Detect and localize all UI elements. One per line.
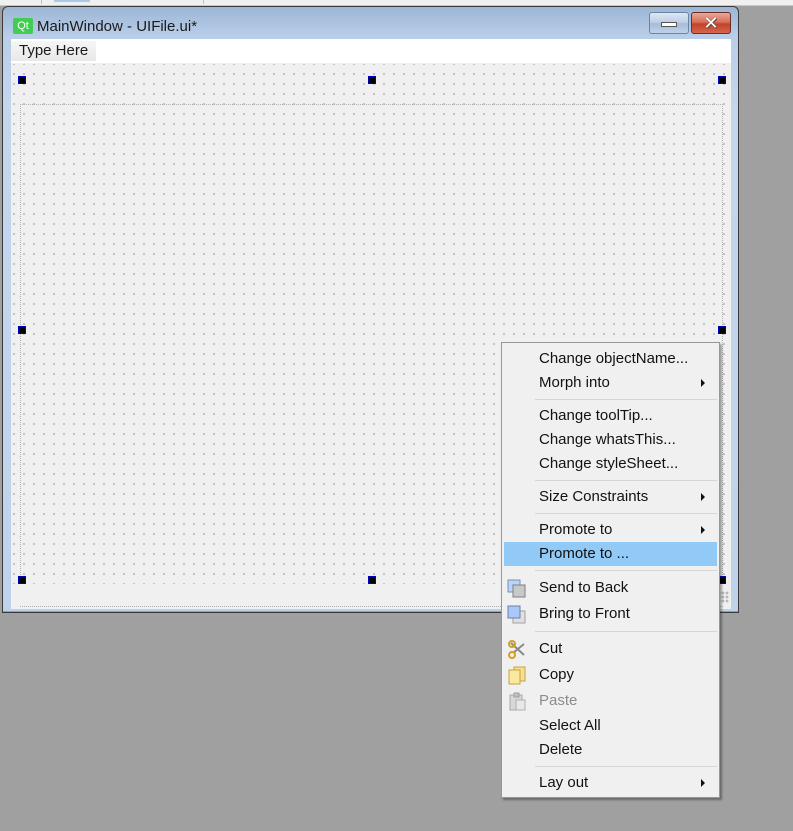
menu-item-label: Copy — [539, 666, 575, 683]
menu-item-label: Promote to — [539, 521, 613, 538]
menu-item-label: Morph into — [539, 374, 610, 391]
menu-separator — [535, 480, 717, 481]
title-bar[interactable]: Qt MainWindow - UIFile.ui* ✕ — [3, 7, 738, 39]
resize-handle-top-right[interactable] — [718, 76, 726, 84]
menu-item-promote-to-submenu[interactable]: Promote to — [504, 518, 717, 542]
menu-separator — [535, 399, 717, 400]
menu-item-label: Change styleSheet... — [539, 455, 679, 472]
submenu-arrow-icon — [701, 779, 705, 787]
menu-item-label: Delete — [539, 741, 583, 758]
menu-item-copy[interactable]: Copy — [504, 663, 717, 687]
resize-handle-bottom[interactable] — [368, 576, 376, 584]
menu-item-label: Paste — [539, 692, 578, 709]
toolbar-separator — [41, 0, 42, 4]
bring-to-front-icon — [507, 605, 526, 624]
menu-separator — [535, 631, 717, 632]
menu-item-bring-to-front[interactable]: Bring to Front — [504, 602, 717, 626]
menu-item-label: Change toolTip... — [539, 407, 653, 424]
menu-item-label: Send to Back — [539, 579, 629, 596]
menu-item-label: Cut — [539, 640, 563, 657]
selected-tab-indicator — [54, 0, 90, 2]
menu-item-label: Change objectName... — [539, 350, 689, 367]
resize-handle-bottom-left[interactable] — [18, 576, 26, 584]
menu-item-change-stylesheet[interactable]: Change styleSheet... — [504, 452, 717, 476]
menu-type-here[interactable]: Type Here — [11, 41, 97, 61]
menu-item-cut[interactable]: Cut — [504, 637, 717, 661]
scissors-icon — [508, 640, 525, 659]
menu-item-size-constraints[interactable]: Size Constraints — [504, 485, 717, 509]
resize-handle-top-left[interactable] — [18, 76, 26, 84]
close-icon: ✕ — [703, 13, 719, 33]
minimize-icon — [661, 22, 677, 27]
menu-item-change-tooltip[interactable]: Change toolTip... — [504, 404, 717, 428]
submenu-arrow-icon — [701, 493, 705, 501]
menu-item-send-to-back[interactable]: Send to Back — [504, 576, 717, 600]
menu-separator — [535, 570, 717, 571]
menu-bar[interactable]: Type Here — [11, 39, 731, 63]
resize-handle-left[interactable] — [18, 326, 26, 334]
menu-item-label: Size Constraints — [539, 488, 649, 505]
menu-item-label: Lay out — [539, 774, 589, 791]
qt-logo-icon: Qt — [13, 18, 33, 34]
send-to-back-icon — [507, 579, 526, 598]
menu-item-select-all[interactable]: Select All — [504, 714, 717, 738]
close-button[interactable]: ✕ — [691, 12, 731, 34]
menu-separator — [535, 766, 717, 767]
menu-item-delete[interactable]: Delete — [504, 738, 717, 762]
menu-item-change-objectname[interactable]: Change objectName... — [504, 347, 717, 371]
menu-item-promote-to-dialog[interactable]: Promote to ... — [504, 542, 717, 566]
copy-icon — [508, 666, 526, 685]
menu-item-change-whatsthis[interactable]: Change whatsThis... — [504, 428, 717, 452]
menu-separator — [535, 513, 717, 514]
menu-item-morph-into[interactable]: Morph into — [504, 371, 717, 395]
context-menu: Change objectName... Morph into Change t… — [501, 342, 720, 798]
menu-item-label: Change whatsThis... — [539, 431, 676, 448]
submenu-arrow-icon — [701, 379, 705, 387]
menu-item-label: Select All — [539, 717, 601, 734]
menu-item-paste[interactable]: Paste — [504, 689, 717, 713]
toolbar-separator — [203, 0, 204, 4]
paste-icon — [509, 692, 526, 711]
submenu-arrow-icon — [701, 526, 705, 534]
menu-item-label: Bring to Front — [539, 605, 630, 622]
menu-item-lay-out[interactable]: Lay out — [504, 771, 717, 795]
resize-handle-top[interactable] — [368, 76, 376, 84]
menu-item-label: Promote to ... — [539, 545, 630, 562]
window-title: MainWindow - UIFile.ui* — [37, 18, 198, 35]
minimize-button[interactable] — [649, 12, 689, 34]
resize-handle-right[interactable] — [718, 326, 726, 334]
